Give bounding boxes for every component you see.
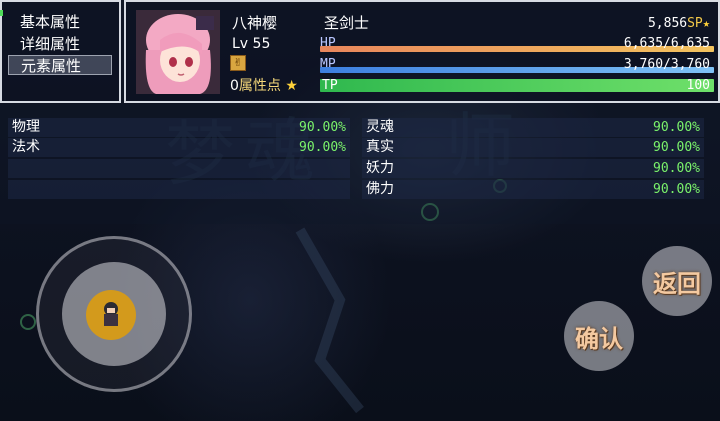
star-icon: ★ xyxy=(285,78,298,94)
element-name: 佛力 xyxy=(366,181,394,197)
menu-item-basic-attributes[interactable]: 基本属性 xyxy=(8,12,112,32)
character-level: Lv 55 xyxy=(232,35,270,53)
element-value: 90.00% xyxy=(653,140,700,155)
attribute-points-value: 0 xyxy=(230,78,239,94)
hp-value: 6,635/6,635 xyxy=(623,36,710,51)
back-button[interactable]: 返回 xyxy=(642,246,712,316)
mp-max: 3,760 xyxy=(670,57,710,72)
skill-points-label: SP xyxy=(687,16,703,31)
player-sprite-icon xyxy=(86,290,136,340)
tp-label: TP xyxy=(322,78,338,93)
attribute-points: 0属性点 ★ xyxy=(230,77,298,95)
level-label: Lv xyxy=(232,36,249,52)
element-value: 90.00% xyxy=(653,120,700,135)
element-name: 法术 xyxy=(12,139,40,155)
hp-current: 6,635 xyxy=(623,36,664,51)
game-screen: 梦 魂 师 基本属性 详细属性 元素属性 八神樱 xyxy=(0,0,720,421)
tp-gauge xyxy=(320,79,714,92)
level-value: 55 xyxy=(252,36,271,52)
mp-current: 3,760 xyxy=(623,57,664,72)
list-item: 灵魂 90.00% xyxy=(362,118,704,137)
element-name: 妖力 xyxy=(366,160,394,176)
element-name: 灵魂 xyxy=(366,119,394,135)
state-icon: ✌ xyxy=(230,55,246,71)
menu-item-element-attributes[interactable]: 元素属性 xyxy=(8,55,112,75)
list-item-empty xyxy=(8,180,350,199)
list-item: 真实 90.00% xyxy=(362,138,704,157)
list-item: 妖力 90.00% xyxy=(362,159,704,178)
character-name: 八神樱 xyxy=(232,14,278,32)
element-name: 真实 xyxy=(366,139,394,155)
list-item: 物理 90.00% xyxy=(8,118,350,137)
list-item: 佛力 90.00% xyxy=(362,180,704,199)
status-window: 八神樱 Lv 55 ✌ 0属性点 ★ 圣剑士 5,856SP★ HP 6,635… xyxy=(124,0,720,103)
window-corner-marker xyxy=(0,10,3,16)
list-item: 法术 90.00% xyxy=(8,138,350,157)
element-value: 90.00% xyxy=(299,120,346,135)
command-window: 基本属性 详细属性 元素属性 xyxy=(0,0,121,103)
tp-value: 100 xyxy=(686,78,710,93)
element-value: 90.00% xyxy=(653,182,700,197)
element-value: 90.00% xyxy=(299,140,346,155)
character-portrait xyxy=(136,10,220,94)
sp-star-icon: ★ xyxy=(702,16,710,30)
skill-points: 5,856SP★ xyxy=(648,14,710,33)
mp-value: 3,760/3,760 xyxy=(623,57,710,72)
list-item-empty xyxy=(8,159,350,178)
hp-max: 6,635 xyxy=(670,36,710,51)
skill-points-value: 5,856 xyxy=(647,16,688,31)
confirm-button[interactable]: 确认 xyxy=(564,301,634,371)
attribute-points-label: 属性点 xyxy=(238,78,281,94)
element-name: 物理 xyxy=(12,119,40,135)
element-value: 90.00% xyxy=(653,161,700,176)
character-class: 圣剑士 xyxy=(324,14,370,32)
menu-item-detailed-attributes[interactable]: 详细属性 xyxy=(8,34,112,54)
